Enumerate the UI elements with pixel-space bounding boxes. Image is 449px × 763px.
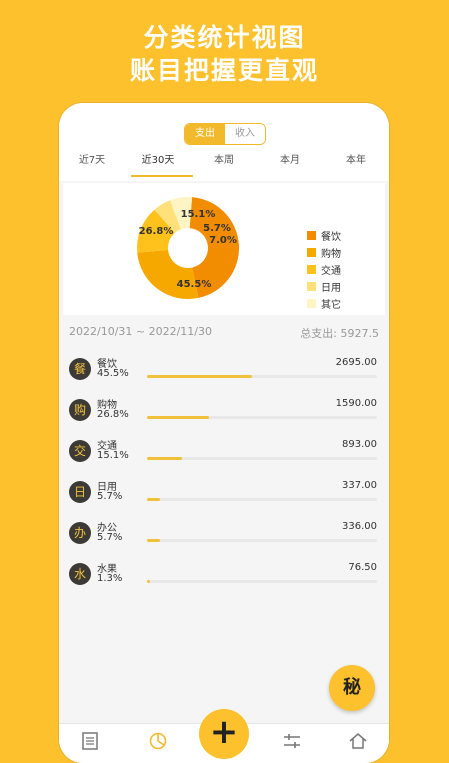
chart-card: 45.5% 26.8% 15.1% 5.7% 7.0% 餐饮购物交通日用其它 (63, 183, 385, 315)
progress-track (147, 457, 377, 460)
category-icon: 购 (69, 399, 91, 421)
add-button[interactable]: + (199, 709, 249, 759)
list-item[interactable]: 餐餐饮 45.5% 2695.00 (69, 349, 379, 390)
tab-7-days[interactable]: 近7天 (59, 151, 125, 179)
tab-this-week[interactable]: 本周 (191, 151, 257, 179)
progress-track (147, 498, 377, 501)
home-icon[interactable] (347, 730, 369, 752)
category-percent: 26.8% (97, 409, 129, 420)
category-percent: 5.7% (97, 491, 123, 502)
legend-item: 交通 (307, 261, 341, 278)
progress-fill (147, 539, 161, 542)
legend-item: 购物 (307, 244, 341, 261)
legend-swatch (307, 282, 316, 291)
list-item[interactable]: 日日用 5.7% 337.00 (69, 472, 379, 513)
legend-swatch (307, 299, 316, 308)
category-amount: 337.00 (342, 480, 377, 491)
period-tabs: 近7天 近30天 本周 本月 本年 (59, 151, 389, 179)
legend-label: 日用 (321, 283, 341, 294)
category-percent: 15.1% (97, 450, 129, 461)
date-range: 2022/10/31 ~ 2022/11/30 (69, 325, 213, 338)
tab-this-year[interactable]: 本年 (323, 151, 389, 179)
progress-track (147, 539, 377, 542)
category-icon: 办 (69, 522, 91, 544)
category-icon: 餐 (69, 358, 91, 380)
pie-label-购物: 26.8% (139, 226, 174, 237)
category-amount: 1590.00 (335, 398, 377, 409)
chart-legend: 餐饮购物交通日用其它 (307, 227, 341, 312)
legend-label: 交通 (321, 266, 341, 277)
headline-line-2: 账目把握更直观 (129, 56, 319, 85)
progress-fill (147, 457, 182, 460)
headline-line-1: 分类统计视图 (143, 23, 306, 52)
pie-label-其它: 7.0% (209, 235, 237, 246)
category-amount: 336.00 (342, 521, 377, 532)
category-percent: 5.7% (97, 532, 123, 543)
tab-30-days[interactable]: 近30天 (125, 151, 193, 179)
phone-frame: 支出 收入 近7天 近30天 本周 本月 本年 45.5% 26.8% 15.1% 5… (59, 103, 389, 763)
expense-toggle[interactable]: 支出 (185, 124, 225, 144)
legend-label: 购物 (321, 249, 341, 260)
category-icon: 水 (69, 563, 91, 585)
legend-item: 日用 (307, 278, 341, 295)
list-item[interactable]: 办办公 5.7% 336.00 (69, 513, 379, 554)
chart-icon[interactable] (147, 730, 169, 752)
list-item[interactable]: 水水果 1.3% 76.50 (69, 554, 379, 595)
category-percent: 45.5% (97, 368, 129, 379)
secret-button[interactable]: 秘 (329, 665, 375, 711)
settings-icon[interactable] (281, 730, 303, 752)
category-icon: 交 (69, 440, 91, 462)
list-icon[interactable] (79, 730, 101, 752)
progress-fill (147, 416, 209, 419)
category-percent: 1.3% (97, 573, 123, 584)
type-toggle[interactable]: 支出 收入 (184, 123, 266, 145)
progress-fill (147, 580, 150, 583)
legend-item: 其它 (307, 295, 341, 312)
phone-screen: 支出 收入 近7天 近30天 本周 本月 本年 45.5% 26.8% 15.1% 5… (59, 103, 389, 763)
tab-this-month[interactable]: 本月 (257, 151, 323, 179)
category-amount: 76.50 (348, 562, 377, 573)
list-item[interactable]: 交交通 15.1% 893.00 (69, 431, 379, 472)
legend-label: 其它 (321, 300, 341, 311)
summary-bar: 2022/10/31 ~ 2022/11/30 总支出: 5927.5 (69, 325, 379, 341)
income-toggle[interactable]: 收入 (225, 124, 265, 144)
pie-label-交通: 15.1% (181, 209, 216, 220)
legend-swatch (307, 231, 316, 240)
total-expense: 总支出: 5927.5 (300, 327, 379, 340)
legend-item: 餐饮 (307, 227, 341, 244)
legend-swatch (307, 248, 316, 257)
category-amount: 2695.00 (335, 357, 377, 368)
progress-fill (147, 498, 161, 501)
category-icon: 日 (69, 481, 91, 503)
category-amount: 893.00 (342, 439, 377, 450)
category-list: 餐餐饮 45.5% 2695.00 购购物 26.8% 1590.00 交交通 15.1% 89… (69, 349, 379, 595)
pie-slice-购物 (137, 249, 199, 299)
top-bar: 支出 收入 近7天 近30天 本周 本月 本年 (59, 103, 389, 181)
pie-label-餐饮: 45.5% (177, 279, 212, 290)
pie-label-日用: 5.7% (203, 223, 231, 234)
progress-track (147, 375, 377, 378)
list-item[interactable]: 购购物 26.8% 1590.00 (69, 390, 379, 431)
legend-swatch (307, 265, 316, 274)
progress-track (147, 416, 377, 419)
progress-fill (147, 375, 252, 378)
legend-label: 餐饮 (321, 232, 341, 243)
progress-track (147, 580, 377, 583)
